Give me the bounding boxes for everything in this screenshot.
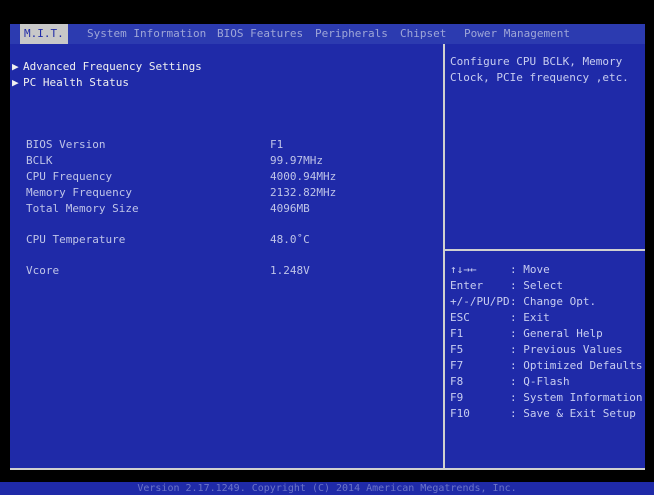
- vcore-value: 1.248V: [270, 264, 310, 277]
- key-hint-optimized-defaults: F7: Optimized Defaults: [450, 359, 643, 372]
- bios-version-label: BIOS Version: [26, 138, 106, 151]
- menu-item-label: Advanced Frequency Settings: [23, 60, 202, 73]
- cpu-temperature-value: 48.0˚C: [270, 233, 310, 246]
- menu-item-pc-health-status[interactable]: ▶ PC Health Status: [12, 75, 129, 91]
- menu-item-label: PC Health Status: [23, 76, 129, 89]
- bclk-value: 99.97MHz: [270, 154, 323, 167]
- key-hint-general-help: F1: General Help: [450, 327, 603, 340]
- tab-peripherals[interactable]: Peripherals: [315, 24, 388, 44]
- key-hint-system-information: F9: System Information: [450, 391, 643, 404]
- memory-frequency-value: 2132.82MHz: [270, 186, 337, 199]
- tab-bios-features[interactable]: BIOS Features: [217, 24, 303, 44]
- right-arrow-icon: ▶: [12, 60, 19, 73]
- tab-mit[interactable]: M.I.T.: [20, 24, 68, 44]
- key-hint-q-flash: F8: Q-Flash: [450, 375, 570, 388]
- total-memory-size-label: Total Memory Size: [26, 202, 139, 215]
- cpu-temperature-label: CPU Temperature: [26, 233, 126, 246]
- key-hint-previous-values: F5: Previous Values: [450, 343, 623, 356]
- bclk-label: BCLK: [26, 154, 53, 167]
- panel-divider-horizontal: [445, 249, 645, 251]
- panel-divider-vertical: [443, 44, 445, 470]
- tab-bar: M.I.T. System Information BIOS Features …: [10, 24, 645, 44]
- cpu-frequency-label: CPU Frequency: [26, 170, 113, 183]
- key-hint-save-exit: F10: Save & Exit Setup: [450, 407, 636, 420]
- arrow-keys-icon: ↑↓→←: [450, 263, 477, 276]
- cpu-frequency-value: 4000.94MHz: [270, 170, 337, 183]
- main-panel: ▶ Advanced Frequency Settings ▶ PC Health …: [10, 44, 645, 470]
- help-text: Configure CPU BCLK, Memory Clock, PCIe f…: [450, 55, 629, 84]
- footer-version: Version 2.17.1249. Copyright (C) 2014 Am…: [0, 482, 654, 495]
- bios-screen: M.I.T. System Information BIOS Features …: [0, 0, 654, 495]
- key-hint-exit: ESC: Exit: [450, 311, 550, 324]
- right-arrow-icon: ▶: [12, 76, 19, 89]
- key-hint-change-opt: +/-/PU/PD: Change Opt.: [450, 295, 597, 308]
- key-hint-move: ↑↓→←: Move: [450, 263, 550, 276]
- tab-system-information[interactable]: System Information: [87, 24, 206, 44]
- tab-chipset[interactable]: Chipset: [400, 24, 446, 44]
- key-hint-select: Enter: Select: [450, 279, 563, 292]
- total-memory-size-value: 4096MB: [270, 202, 310, 215]
- bios-version-value: F1: [270, 138, 284, 151]
- tab-power-management[interactable]: Power Management: [464, 24, 570, 44]
- memory-frequency-label: Memory Frequency: [26, 186, 132, 199]
- panel-bottom-border: [10, 468, 645, 470]
- menu-item-advanced-frequency-settings[interactable]: ▶ Advanced Frequency Settings: [12, 59, 202, 75]
- vcore-label: Vcore: [26, 264, 60, 277]
